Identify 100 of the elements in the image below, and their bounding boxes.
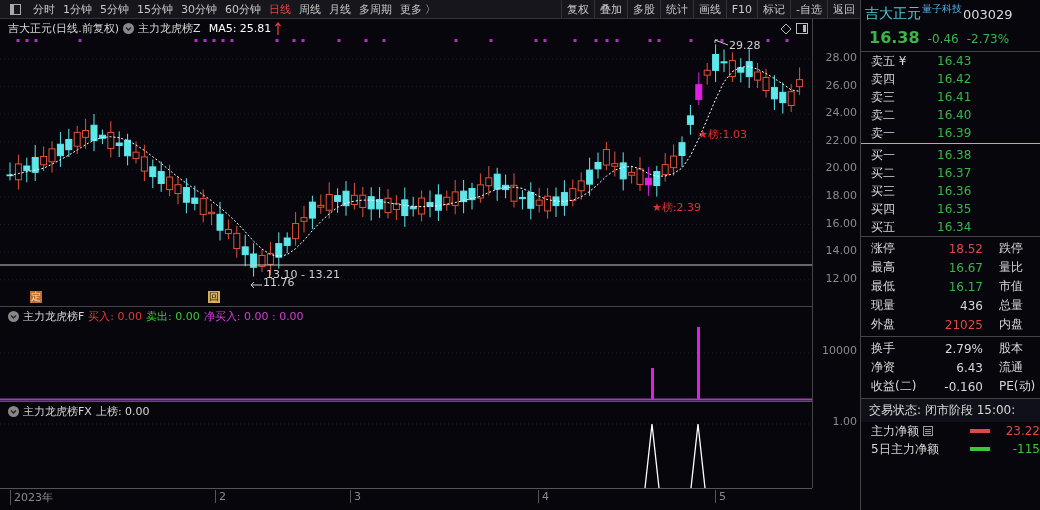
stat-label: 现量 [871,297,896,314]
axis-label: 24.00 [825,106,857,120]
flow-value: 23.22 [1004,424,1040,438]
stat-value: 16.67 [947,260,983,275]
period-tab[interactable]: 15分钟 [133,1,177,17]
annotation-label: ★榜:2.39 [652,200,702,215]
stat-value: 6.43 [955,360,983,375]
up-arrow-icon [275,22,282,35]
axis-label: 26.00 [825,78,857,92]
volume-bar [651,368,654,399]
axis-label: 2023年 [10,490,53,505]
axis-label: 5 [715,490,726,503]
concept-tag: 量子科技 [922,2,962,16]
stat-label: PE(动) [999,378,1036,395]
axis-label: 1.00 [832,415,857,428]
period-tab[interactable]: 周线 [295,1,325,17]
flow-value: -115 [1011,442,1040,456]
axis-label: 22.00 [825,133,857,147]
indicator-value: 买入: 0.00 [88,309,143,324]
period-tab[interactable]: 多周期 [355,1,396,17]
axis-label: 14.00 [825,244,857,258]
order-level-label: 买四 [871,200,896,218]
trading-status: 交易状态: 闭市阶段 15:00: [861,398,1040,422]
order-price: 16.37 [937,166,972,180]
stat-value: 18.52 [947,241,983,256]
volume-bar [697,327,700,399]
stat-label: 市值 [999,278,1023,295]
collapse-icon[interactable] [123,23,135,34]
order-price: 16.43 [937,54,972,68]
chart-title: 吉大正元(日线.前复权) [8,21,120,36]
axis-label: 28.00 [825,51,857,64]
axis-label: 12.00 [825,271,857,285]
order-level-label: 买三 [871,182,896,200]
order-level-label: 买一 [871,146,896,164]
stat-label: 总量 [999,297,1023,314]
leader-line [250,281,262,289]
period-tab[interactable]: 月线 [325,1,355,17]
order-price: 16.36 [937,184,972,198]
indicator-value: 净买入: 0.00 : 0.00 [203,309,304,324]
indicator-name: 主力龙虎榜Z [138,21,201,36]
stat-label: 跌停 [999,240,1023,257]
axis-label: 18.00 [825,189,857,202]
flow-label: 主力净额 [871,422,919,440]
stat-value: 21025 [943,317,983,332]
stat-label: 量比 [999,259,1023,276]
axis-label: 3 [350,490,361,503]
axis-label: 10000 [822,344,857,357]
axis-label: 2 [215,490,226,503]
stat-value: 2.79% [943,341,983,356]
stat-label: 内盘 [999,316,1023,333]
period-tab[interactable]: 日线 [265,1,295,17]
order-price: 16.38 [937,148,972,162]
annotation-label: ★榜:1.03 [698,127,748,142]
order-level-label: 卖四 [871,70,896,88]
indicator-name: 主力龙虎榜FX [23,404,92,419]
order-price: 16.39 [937,126,972,140]
price-change: -0.46 [927,32,959,46]
event-marker[interactable]: 回 [208,291,220,303]
axis-label: 16.00 [825,216,857,230]
stat-label: 净资 [871,359,896,376]
percent-change: -2.73% [966,32,1010,46]
diamond-icon[interactable] [780,23,792,35]
panel-toggle-icon[interactable] [796,23,808,34]
period-tab[interactable]: 更多 〉 [396,1,441,17]
indicator-value: 上榜: 0.00 [95,404,150,419]
last-price: 16.38 [869,28,920,47]
high-price-label: 29.28 [729,39,761,52]
order-level-label: 卖二 [871,106,896,124]
leader-line [714,39,728,47]
flow-label: 5日主力净额 [871,440,939,458]
order-price: 16.35 [937,202,972,216]
ma-value: MA5: 25.81 [208,22,272,35]
indicator-name: 主力龙虎榜F [23,309,85,324]
flow-bar [970,447,990,451]
axis-label: 4 [538,490,549,503]
order-level-label: 卖五 ¥ [871,52,908,70]
stat-label: 换手 [871,340,896,357]
order-level-label: 买二 [871,164,896,182]
stat-label: 流通 [999,359,1023,376]
axis-label: 20.00 [825,161,857,175]
stat-label: 外盘 [871,316,896,333]
signal-spike [644,423,660,488]
order-price: 16.34 [937,220,972,234]
order-level-label: 买五 [871,218,896,236]
stat-label: 最高 [871,259,896,276]
list-icon[interactable] [923,426,933,436]
stat-label: 涨停 [871,240,896,257]
stock-name: 吉大正元 [865,5,921,23]
collapse-icon[interactable] [8,311,19,322]
stat-value: -0.160 [943,379,983,394]
period-tab[interactable]: 分时 [29,1,59,17]
signal-spike [690,423,706,488]
sidebar-toggle-icon[interactable] [10,3,21,15]
period-tab[interactable]: 5分钟 [96,1,133,17]
stat-label: 最低 [871,278,896,295]
period-tab[interactable]: 60分钟 [221,1,265,17]
collapse-icon[interactable] [8,406,19,417]
period-tab[interactable]: 1分钟 [59,1,96,17]
indicator-value: 卖出: 0.00 [146,309,200,324]
period-tab[interactable]: 30分钟 [177,1,221,17]
